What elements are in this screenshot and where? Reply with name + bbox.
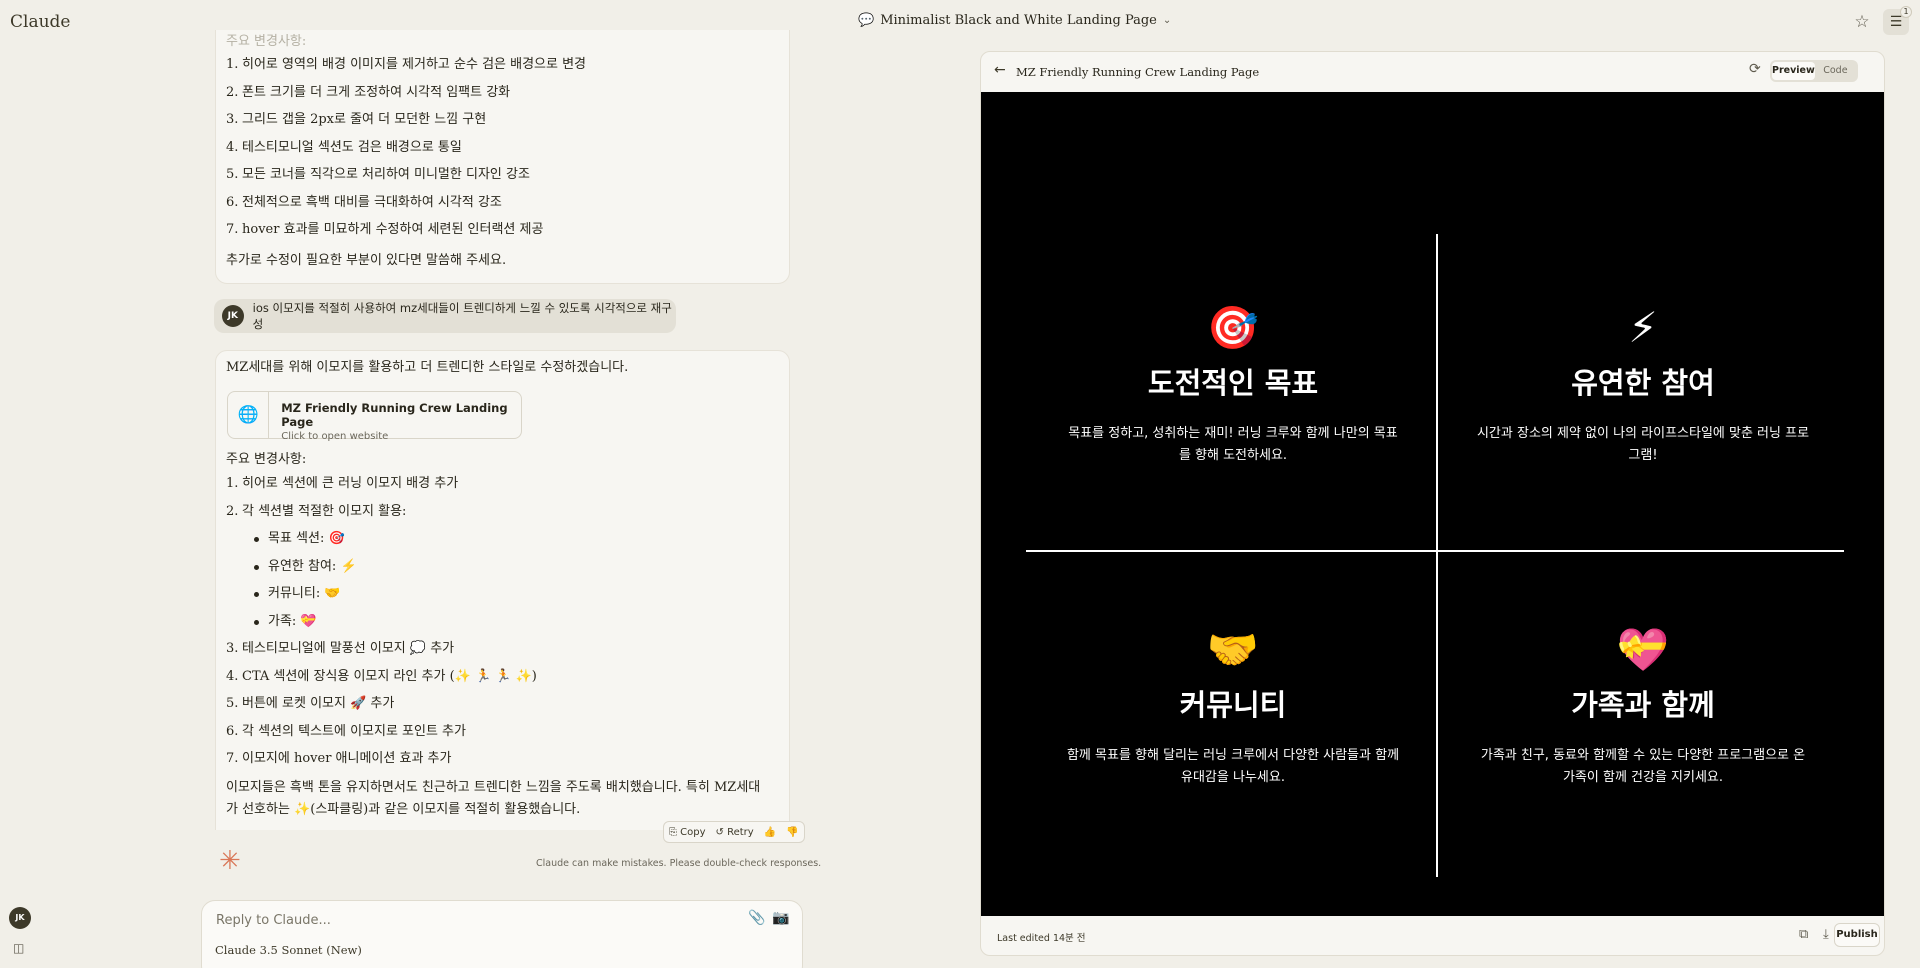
feature-card: 🎯 도전적인 목표 목표를 정하고, 성취하는 재미! 러닝 크루와 함께 나만… [1028,303,1438,467]
bullet-item: 유연한 참여: ⚡ [216,553,776,581]
tab-preview[interactable]: Preview [1772,62,1815,80]
list-item: 2. 각 섹션별 적절한 이모지 활용: [226,503,407,519]
user-avatar: JK [222,305,244,327]
artifact-title: MZ Friendly Running Crew Landing Page [281,401,508,429]
conversation-title: Minimalist Black and White Landing Page [880,13,1157,28]
feature-description: 시간과 장소의 제약 없이 나의 라이프스타일에 맞춘 러닝 프로그램! [1476,426,1810,463]
paperclip-icon[interactable]: 📎 [748,910,765,926]
assistant-message-previous: 주요 변경사항: 1. 히어로 영역의 배경 이미지를 제거하고 순수 검은 배경… [215,30,790,284]
list-item: 7. 이모지에 hover 애니메이션 효과 추가 [226,751,452,766]
feature-card: 💝 가족과 함께 가족과 친구, 동료와 함께할 수 있는 다양한 프로그램으로… [1438,625,1848,789]
list-item: 7. hover 효과를 미묘하게 수정하여 세련된 인터랙션 제공 [226,222,544,237]
chat-thread: 주요 변경사항: 1. 히어로 영역의 배경 이미지를 제거하고 순수 검은 배경… [202,30,802,830]
changes-list: 1. 히어로 섹션에 큰 러닝 이모지 배경 추가 2. 각 섹션별 적절한 이모지… [216,470,776,525]
feature-description: 목표를 정하고, 성취하는 재미! 러닝 크루와 함께 나만의 목표를 향해 도… [1068,426,1398,463]
website-preview: 🎯 도전적인 목표 목표를 정하고, 성취하는 재미! 러닝 크루와 함께 나만… [981,92,1884,916]
notification-badge: 1 [1900,6,1912,18]
message-heading: 주요 변경사항: [226,452,307,467]
bullet-item: 커뮤니티: 🤝 [216,580,776,608]
feature-card: ⚡ 유연한 참여 시간과 장소의 제약 없이 나의 라이프스타일에 맞춘 러닝 … [1438,303,1848,467]
brand-logo[interactable]: Claude [10,12,70,32]
copy-icon[interactable]: ⧉ [1799,927,1808,942]
view-toggle: Preview Code [1770,60,1858,82]
globe-icon: 🌐 [228,392,270,438]
list-item: 5. 모든 코너를 직각으로 처리하여 미니멀한 디자인 강조 [226,167,530,182]
settings-toggle-button[interactable]: ☰ 1 [1883,6,1912,35]
lightning-emoji: ⚡ [1628,303,1658,352]
artifact-panel-footer: Last edited 14분 전 ⧉ ⤓ Publish [981,916,1884,955]
list-item: 1. 히어로 영역의 배경 이미지를 제거하고 순수 검은 배경으로 변경 [226,57,587,72]
refresh-icon[interactable]: ⟳ [1749,61,1761,77]
feature-title: 커뮤니티 [1179,688,1287,722]
bullet-item: 가족: 💝 [216,608,776,636]
message-intro: MZ세대를 위해 이모지를 활용하고 더 트렌디한 스타일로 수정하겠습니다. [226,360,629,375]
account-avatar[interactable]: JK [9,907,31,929]
reply-input[interactable]: Reply to Claude... [216,913,331,928]
message-heading: 주요 변경사항: [226,34,307,49]
artifact-panel: ← MZ Friendly Running Crew Landing Page … [980,51,1885,956]
artifact-subtitle: Click to open website [281,431,389,442]
list-item: 6. 각 섹션의 텍스트에 이모지로 포인트 추가 [226,723,466,739]
star-icon[interactable]: ☆ [1851,11,1873,33]
artifact-panel-header: ← MZ Friendly Running Crew Landing Page … [981,52,1884,92]
list-item: 6. 전체적으로 흑백 대비를 극대화하여 시각적 강조 [226,194,502,210]
user-message-text: ios 이모지를 적절히 사용하여 mz세대들이 트렌디하게 느낄 수 있도록 … [252,301,672,331]
list-item: 4. CTA 섹션에 장식용 이모지 라인 추가 (✨ 🏃 🏃 ✨) [226,668,537,684]
list-item: 1. 히어로 섹션에 큰 러닝 이모지 배경 추가 [226,476,459,491]
chevron-down-icon: ⌄ [1162,15,1172,26]
model-selector[interactable]: Claude 3.5 Sonnet (New) [215,943,362,957]
target-emoji: 🎯 [1206,303,1260,352]
list-item: 2. 폰트 크기를 더 크게 조정하여 시각적 임팩트 강화 [226,84,511,100]
artifact-card[interactable]: 🌐 MZ Friendly Running Crew Landing Page … [227,391,522,442]
changes-list: 1. 히어로 영역의 배경 이미지를 제거하고 순수 검은 배경으로 변경 2. 폰… [216,51,776,244]
close-icon[interactable]: ✕ [1883,62,1884,77]
artifact-panel-title: MZ Friendly Running Crew Landing Page [1016,65,1260,79]
publish-button[interactable]: Publish [1834,923,1880,947]
thumbs-down-icon[interactable]: 👎 [781,827,803,838]
feature-description: 가족과 친구, 동료와 함께할 수 있는 다양한 프로그램으로 온 가족이 함께… [1480,748,1806,785]
claude-spark-icon: ✳ [219,846,241,876]
retry-button[interactable]: ↺ Retry [711,827,759,838]
assistant-message: MZ세대를 위해 이모지를 활용하고 더 트렌디한 스타일로 수정하겠습니다. … [215,350,790,830]
list-item: 4. 테스티모니얼 섹션도 검은 배경으로 통일 [226,139,462,155]
emoji-bullet-list: 목표 섹션: 🎯 유연한 참여: ⚡ 커뮤니티: 🤝 가족: 💝 [216,525,776,635]
message-closing: 이모지들은 흑백 톤을 유지하면서도 친근하고 트렌디한 느낌을 주도록 배치했… [226,779,761,817]
user-message: JK ios 이모지를 적절히 사용하여 mz세대들이 트렌디하게 느낄 수 있… [214,299,676,333]
message-actions: ⎘ Copy ↺ Retry 👍 👎 [663,821,805,843]
bullet-item: 목표 섹션: 🎯 [216,525,776,553]
reply-box[interactable]: Reply to Claude... 📎 📷 Claude 3.5 Sonnet… [201,900,803,968]
download-icon[interactable]: ⤓ [1823,927,1829,942]
thumbs-up-icon[interactable]: 👍 [759,827,781,838]
feature-title: 유연한 참여 [1571,366,1715,400]
disclaimer-text: Claude can make mistakes. Please double-… [536,858,822,869]
handshake-emoji: 🤝 [1206,625,1260,674]
chat-bubble-icon: 💬 [858,13,875,28]
feature-title: 도전적인 목표 [1147,366,1319,400]
message-closing: 추가로 수정이 필요한 부분이 있다면 말씀해 주세요. [226,253,507,268]
feature-card: 🤝 커뮤니티 함께 목표를 향해 달리는 러닝 크루에서 다양한 사람들과 함께… [1028,625,1438,789]
sidebar-toggle-icon[interactable]: ◫ [13,941,24,955]
back-arrow-icon[interactable]: ← [994,62,1006,78]
list-item: 5. 버튼에 로켓 이모지 🚀 추가 [226,696,395,711]
heart-gift-emoji: 💝 [1616,625,1670,674]
last-edited-text: Last edited 14분 전 [997,933,1086,944]
grid-divider-horizontal [1026,550,1844,552]
sliders-icon: ☰ [1889,14,1903,30]
tab-code[interactable]: Code [1815,62,1856,80]
changes-list-continued: 3. 테스티모니얼에 말풍선 이모지 💭 추가 4. CTA 섹션에 장식용 이모지… [216,635,776,773]
conversation-title-button[interactable]: 💬 Minimalist Black and White Landing Pag… [858,13,1171,28]
copy-button[interactable]: ⎘ Copy [664,827,711,838]
feature-description: 함께 목표를 향해 달리는 러닝 크루에서 다양한 사람들과 함께 유대감을 나… [1066,748,1400,785]
list-item: 3. 그리드 갭을 2px로 줄여 더 모던한 느낌 구현 [226,112,487,127]
list-item: 3. 테스티모니얼에 말풍선 이모지 💭 추가 [226,641,455,656]
camera-icon[interactable]: 📷 [772,910,789,926]
feature-title: 가족과 함께 [1571,688,1715,722]
